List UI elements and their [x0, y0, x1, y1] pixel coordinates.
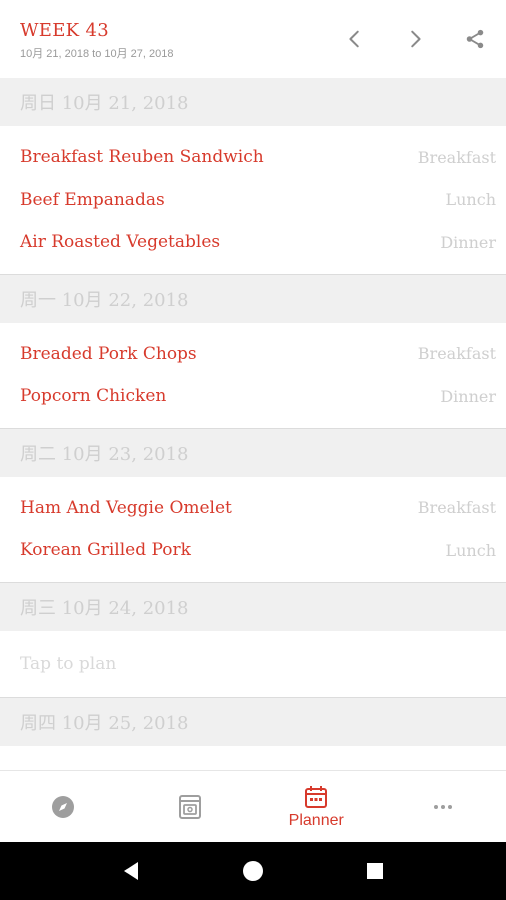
- meal-row[interactable]: Korean Grilled Pork Lunch: [0, 529, 506, 572]
- more-icon: [433, 804, 452, 809]
- compass-icon: [52, 795, 75, 818]
- recents-square-icon: [367, 863, 383, 879]
- meal-type: Breakfast: [417, 344, 496, 364]
- meal-name: Beef Empanadas: [20, 189, 165, 210]
- nav-recipes[interactable]: [127, 771, 254, 842]
- back-triangle-icon: [124, 862, 138, 880]
- system-home-button[interactable]: [238, 856, 268, 886]
- meal-row[interactable]: Ham And Veggie Omelet Breakfast: [0, 487, 506, 530]
- meal-name: Breakfast Reuben Sandwich: [20, 147, 264, 168]
- app-header: WEEK 43 10月 21, 2018 to 10月 27, 2018: [0, 0, 506, 78]
- week-title: WEEK 43: [20, 20, 109, 41]
- previous-week-button[interactable]: [338, 22, 372, 56]
- meal-row[interactable]: Air Roasted Vegetables Dinner: [0, 221, 506, 264]
- meal-type: Breakfast: [417, 147, 496, 167]
- calendar-icon: [305, 785, 328, 808]
- recipe-box-icon: [178, 794, 201, 819]
- nav-discover[interactable]: [0, 771, 127, 842]
- chevron-left-icon: [349, 30, 359, 48]
- week-planner-list[interactable]: 周日 10月 21, 2018 Breakfast Reuben Sandwic…: [0, 78, 506, 770]
- day-header: 周一 10月 22, 2018: [0, 274, 506, 323]
- meal-type: Dinner: [440, 386, 496, 406]
- meal-row[interactable]: Breakfast Reuben Sandwich Breakfast: [0, 136, 506, 179]
- meal-name: Korean Grilled Pork: [20, 540, 191, 561]
- tap-to-plan[interactable]: Tap to plan: [0, 641, 506, 687]
- day-meals: Breaded Pork Chops Breakfast Popcorn Chi…: [0, 322, 506, 429]
- day-meals: Ham And Veggie Omelet Breakfast Korean G…: [0, 476, 506, 583]
- day-header: 周二 10月 23, 2018: [0, 428, 506, 477]
- system-back-button[interactable]: [116, 856, 146, 886]
- meal-type: Dinner: [440, 232, 496, 252]
- day-meals: Breakfast Reuben Sandwich Breakfast Beef…: [0, 126, 506, 275]
- day-meals: Tap to plan: [0, 630, 506, 698]
- bottom-navigation: Planner: [0, 770, 506, 842]
- share-button[interactable]: [458, 22, 492, 56]
- meal-row[interactable]: Popcorn Chicken Dinner: [0, 375, 506, 418]
- day-meals: Tap to plan: [0, 745, 506, 771]
- system-navigation-bar: [0, 842, 506, 900]
- day-header: 周四 10月 25, 2018: [0, 697, 506, 746]
- day-header: 周三 10月 24, 2018: [0, 582, 506, 631]
- nav-more[interactable]: [380, 771, 506, 842]
- meal-type: Lunch: [445, 190, 497, 210]
- meal-row[interactable]: Beef Empanadas Lunch: [0, 179, 506, 222]
- nav-planner[interactable]: Planner: [253, 771, 380, 842]
- meal-name: Popcorn Chicken: [20, 386, 167, 407]
- week-date-range: 10月 21, 2018 to 10月 27, 2018: [20, 48, 174, 60]
- tap-to-plan[interactable]: Tap to plan: [0, 756, 506, 771]
- system-recents-button[interactable]: [360, 856, 390, 886]
- meal-name: Air Roasted Vegetables: [20, 232, 221, 253]
- share-icon: [466, 29, 484, 49]
- meal-name: Ham And Veggie Omelet: [20, 497, 232, 518]
- day-header: 周日 10月 21, 2018: [0, 78, 506, 126]
- nav-label-planner: Planner: [288, 811, 344, 829]
- meal-name: Breaded Pork Chops: [20, 343, 197, 364]
- meal-type: Breakfast: [417, 498, 496, 518]
- meal-row[interactable]: Breaded Pork Chops Breakfast: [0, 333, 506, 376]
- home-circle-icon: [243, 861, 263, 881]
- chevron-right-icon: [411, 30, 421, 48]
- next-week-button[interactable]: [398, 22, 432, 56]
- meal-type: Lunch: [445, 540, 497, 560]
